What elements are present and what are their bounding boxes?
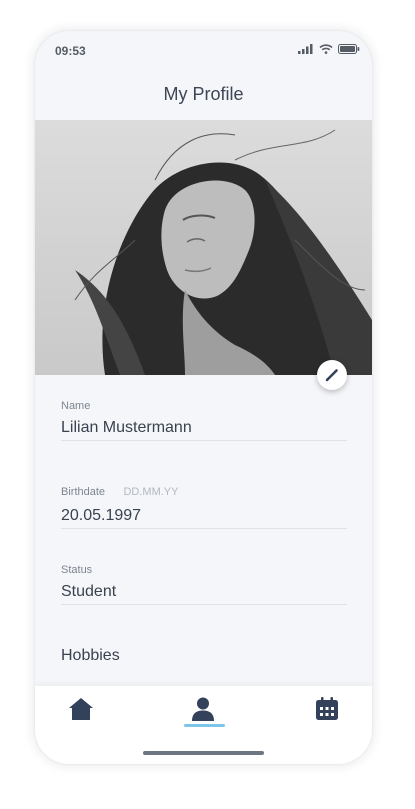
signal-icon xyxy=(298,44,313,54)
phone-frame: 09:53 My Profile Name Lilian Mustermann … xyxy=(35,31,372,764)
status-field[interactable]: Status Student xyxy=(61,564,347,605)
status-bar: 09:53 xyxy=(35,31,372,67)
battery-icon xyxy=(338,44,360,54)
user-icon xyxy=(192,697,214,721)
birthdate-label: Birthdate xyxy=(61,486,106,498)
home-icon xyxy=(69,698,93,720)
tab-home[interactable] xyxy=(61,694,101,724)
birthdate-field[interactable]: Birthdate DD.MM.YY 20.05.1997 xyxy=(61,482,347,529)
status-value[interactable]: Student xyxy=(61,583,347,605)
birthdate-format-hint: DD.MM.YY xyxy=(123,486,179,498)
tab-calendar[interactable] xyxy=(307,694,347,724)
name-value[interactable]: Lilian Mustermann xyxy=(61,419,347,441)
status-icons xyxy=(298,44,360,54)
status-label: Status xyxy=(61,564,93,576)
active-tab-indicator xyxy=(184,724,225,727)
birthdate-value[interactable]: 20.05.1997 xyxy=(61,507,347,529)
page-title: My Profile xyxy=(163,84,244,104)
profile-photo xyxy=(35,120,372,375)
edit-photo-button[interactable] xyxy=(317,360,347,390)
tab-profile[interactable] xyxy=(183,694,223,724)
home-indicator[interactable] xyxy=(143,751,264,755)
wifi-icon xyxy=(319,44,333,54)
status-time: 09:53 xyxy=(55,44,86,58)
name-label: Name xyxy=(61,400,91,412)
name-field[interactable]: Name Lilian Mustermann xyxy=(61,400,347,441)
hobbies-heading: Hobbies xyxy=(61,647,120,664)
calendar-icon xyxy=(316,697,338,720)
pencil-icon xyxy=(325,369,338,382)
